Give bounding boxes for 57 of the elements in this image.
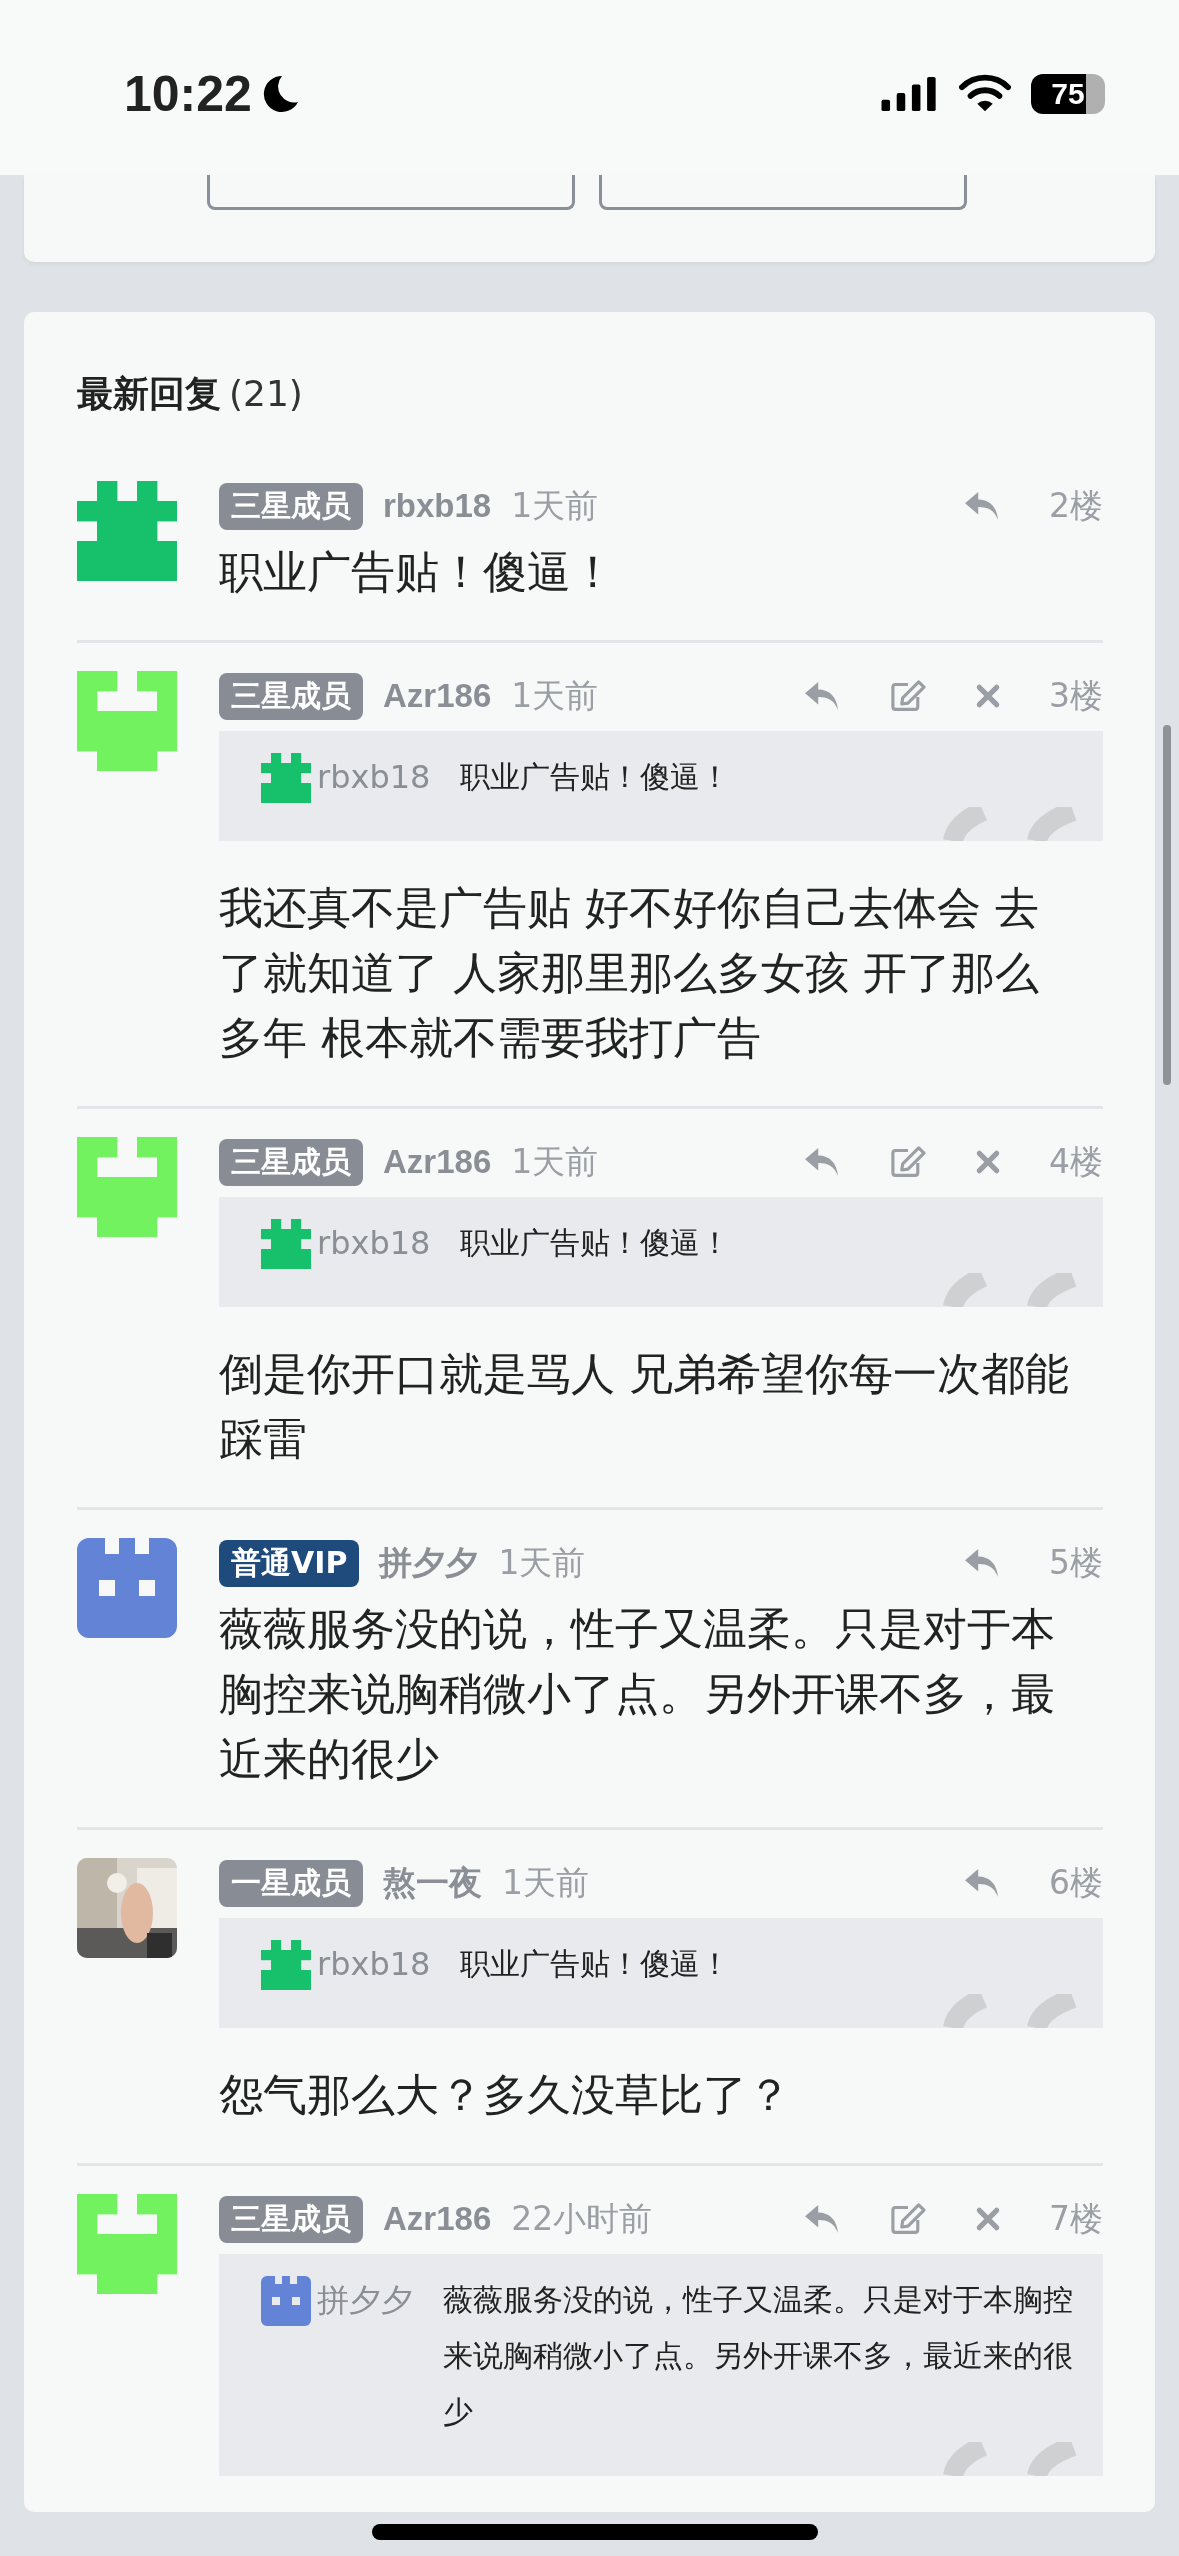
comment-text: 职业广告贴！傻逼！ (219, 545, 616, 599)
floor-number: 6楼 (1049, 1861, 1103, 1904)
quoted-username[interactable]: 拼夕夕 (317, 2272, 413, 2328)
battery-icon: 75 (1031, 73, 1105, 114)
post-time: 1天前 (502, 1861, 589, 1904)
rank-badge: 三星成员 (219, 482, 363, 530)
floor-number: 7楼 (1049, 2197, 1103, 2240)
rank-badge: 普通VIP (219, 1539, 360, 1587)
reply-icon[interactable] (963, 1867, 1001, 1899)
comment-text: 怨气那么大？多久没草比了？ (219, 2068, 792, 2122)
quoted-username[interactable]: rbxb18 (317, 749, 431, 805)
username[interactable]: 拼夕夕 (379, 1540, 479, 1586)
username[interactable]: Azr186 (383, 1143, 492, 1181)
comment-text: 薇薇服务没的说，性子又温柔。只是对于本胸控来说胸稍微小了点。另外开课不多，最近来的很少 (219, 1602, 1056, 1786)
username[interactable]: Azr186 (383, 677, 492, 715)
edit-icon[interactable] (889, 1146, 927, 1178)
reply-icon[interactable] (963, 1547, 1001, 1579)
rank-badge: 三星成员 (219, 672, 363, 720)
comment-text: 我还真不是广告贴 好不好你自己去体会 去了就知道了 人家那里那么多女孩 开了那么多年 根本就不需要我打广告 (219, 881, 1040, 1065)
status-time: 10:22 (124, 64, 252, 123)
edit-icon[interactable] (889, 680, 927, 712)
floor-number: 5楼 (1049, 1541, 1103, 1584)
reply-count: (21) (229, 373, 303, 414)
reply-icon[interactable] (803, 680, 841, 712)
post-time: 1天前 (511, 484, 599, 527)
post-time: 1天前 (498, 1541, 586, 1584)
post-time: 22小时前 (511, 2197, 653, 2240)
username[interactable]: 熬一夜 (383, 1860, 482, 1906)
outline-button[interactable] (598, 175, 967, 210)
quoted-text: 薇薇服务没的说，性子又温柔。只是对于本胸控来说胸稍微小了点。另外开课不多，最近来的很少 (443, 2281, 1073, 2431)
section-title: 最新回复 (77, 373, 221, 414)
username[interactable]: rbxb18 (383, 487, 492, 525)
rank-badge: 三星成员 (219, 2195, 363, 2243)
edit-icon[interactable] (889, 2203, 927, 2235)
floor-number: 2楼 (1049, 484, 1103, 527)
username[interactable]: Azr186 (383, 2200, 492, 2238)
rank-badge: 一星成员 (219, 1859, 363, 1907)
quoted-text: 职业广告贴！傻逼！ (460, 758, 732, 796)
quoted-text: 职业广告贴！傻逼！ (460, 1945, 732, 1983)
outline-button[interactable] (206, 175, 575, 210)
quoted-username[interactable]: rbxb18 (317, 1936, 431, 1992)
signal-icon (881, 74, 939, 113)
floor-number: 4楼 (1049, 1140, 1103, 1183)
delete-icon[interactable] (975, 1149, 1001, 1175)
post-time: 1天前 (511, 674, 599, 717)
reply-icon[interactable] (803, 2203, 841, 2235)
floor-number: 3楼 (1049, 674, 1103, 717)
wifi-icon (959, 73, 1011, 114)
delete-icon[interactable] (975, 683, 1001, 709)
reply-icon[interactable] (963, 490, 1001, 522)
quoted-text: 职业广告贴！傻逼！ (460, 1224, 732, 1262)
post-time: 1天前 (511, 1140, 599, 1183)
quoted-username[interactable]: rbxb18 (317, 1215, 431, 1271)
rank-badge: 三星成员 (219, 1138, 363, 1186)
comment-text: 倒是你开口就是骂人 兄弟希望你每一次都能踩雷 (219, 1347, 1070, 1466)
reply-icon[interactable] (803, 1146, 841, 1178)
delete-icon[interactable] (975, 2206, 1001, 2232)
